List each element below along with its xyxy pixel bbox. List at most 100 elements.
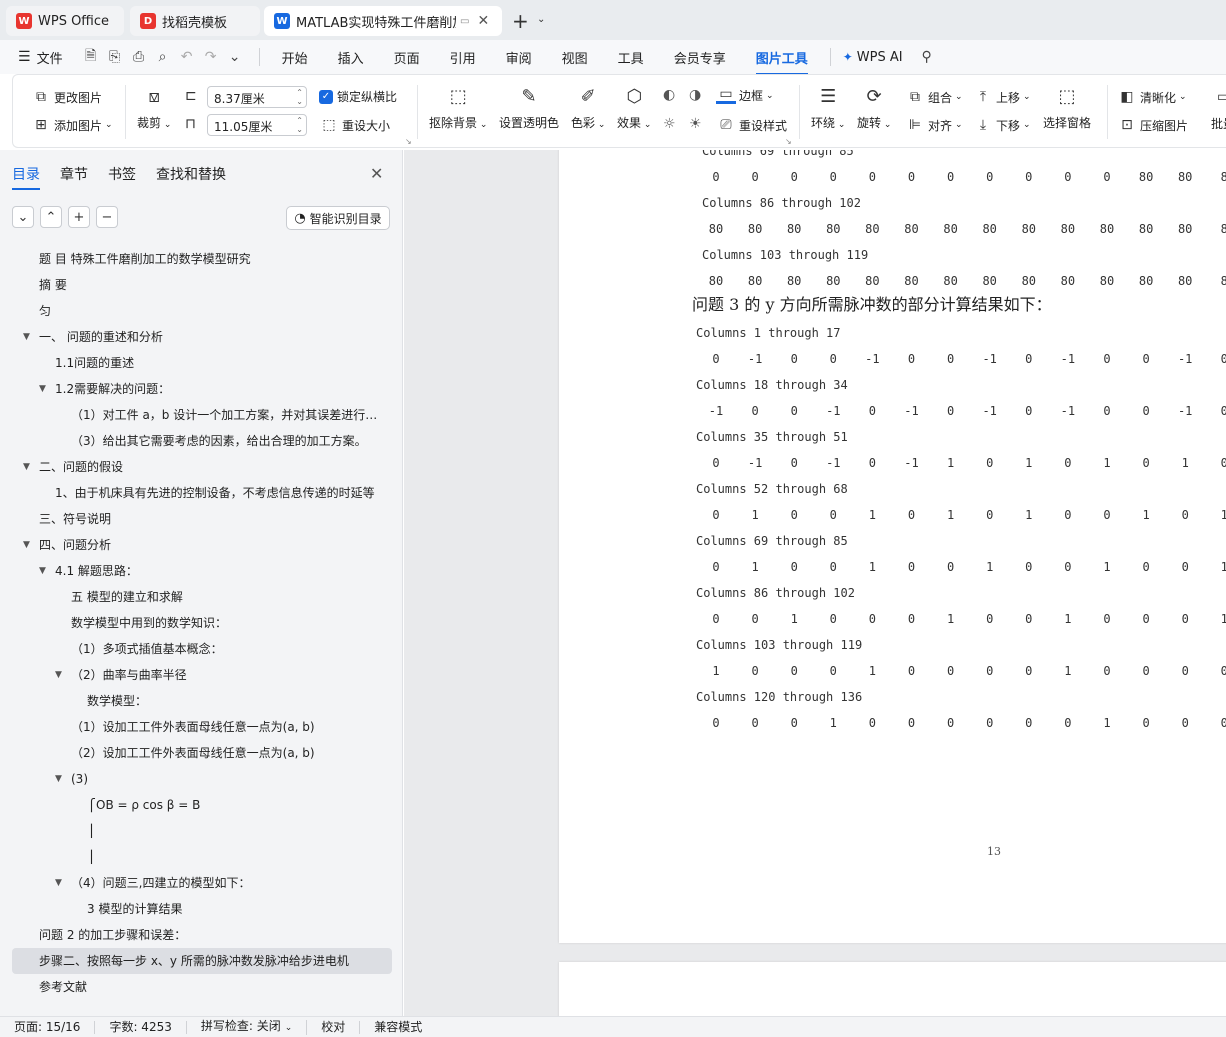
expand-toggle-icon[interactable]: ▼ bbox=[23, 454, 30, 480]
align-button[interactable]: ⊫ 对齐 ⌄ bbox=[905, 115, 963, 135]
expand-toggle-icon[interactable]: ▼ bbox=[39, 558, 46, 584]
toc-item[interactable]: （3）给出其它需要考虑的因素，给出合理的加工方案。 bbox=[12, 428, 392, 454]
toc-item[interactable]: 3 模型的计算结果 bbox=[12, 896, 392, 922]
toc-item[interactable]: 1、由于机床具有先进的控制设备，不考虑信息传递的时延等 bbox=[12, 480, 392, 506]
menu-tools[interactable]: 工具 bbox=[608, 48, 654, 67]
collapse-up-button[interactable]: ⌃ bbox=[40, 206, 62, 228]
sharpen-button[interactable]: ◧ 清晰化 ⌄ bbox=[1117, 87, 1186, 107]
save-icon[interactable]: 🗎 bbox=[81, 47, 101, 67]
print-preview-icon[interactable]: ⌕ bbox=[153, 47, 173, 67]
add-picture-button[interactable]: ⊞ 添加图片 ⌄ bbox=[31, 115, 112, 135]
toc-item[interactable]: ▼ 一、 问题的重述和分析 bbox=[12, 324, 392, 350]
stepper-icon[interactable]: ⌃ ⌄ bbox=[296, 88, 303, 106]
tab-toc[interactable]: 目录 bbox=[12, 164, 40, 190]
brightness-down-icon[interactable]: ◑ bbox=[689, 87, 701, 103]
expand-toggle-icon[interactable]: ▼ bbox=[23, 532, 30, 558]
selection-pane-button[interactable]: ⬚ 选择窗格 bbox=[1043, 83, 1091, 131]
word-count[interactable]: 字数: 4253 bbox=[95, 1020, 187, 1034]
expand-toggle-icon[interactable]: ▼ bbox=[55, 662, 62, 688]
hamburger-icon[interactable]: ☰ bbox=[18, 49, 31, 65]
menu-picture-tools[interactable]: 图片工具 bbox=[746, 48, 818, 75]
new-tab-button[interactable]: + bbox=[512, 9, 529, 33]
undo-icon[interactable]: ↶ bbox=[177, 47, 197, 67]
toc-item[interactable]: 问题 2 的加工步骤和误差： bbox=[12, 922, 392, 948]
menu-wps-ai[interactable]: WPS AI bbox=[857, 50, 903, 65]
menu-file[interactable]: 文件 bbox=[31, 48, 73, 67]
reset-style-button[interactable]: ⎚ 重设样式 bbox=[716, 115, 787, 135]
toc-item[interactable]: 参考文献 bbox=[12, 974, 392, 1000]
tab-chapters[interactable]: 章节 bbox=[60, 164, 88, 184]
remove-heading-button[interactable]: − bbox=[96, 206, 118, 228]
wrap-button[interactable]: ☰ 环绕 ⌄ bbox=[811, 83, 845, 131]
toc-item[interactable]: ▼ 4.1 解题思路： bbox=[12, 558, 392, 584]
menu-vip[interactable]: 会员专享 bbox=[664, 48, 736, 67]
stepper-icon[interactable]: ⌃ ⌄ bbox=[296, 116, 303, 134]
expand-toggle-icon[interactable]: ▼ bbox=[23, 324, 30, 350]
toc-item[interactable]: ⎪ bbox=[12, 818, 392, 844]
brightness-up-icon[interactable]: ◐ bbox=[663, 87, 675, 103]
tab-template[interactable]: D 找稻壳模板 bbox=[130, 6, 260, 36]
expand-toggle-icon[interactable]: ▼ bbox=[39, 376, 46, 402]
smart-toc-button[interactable]: ◔ 智能识别目录 bbox=[286, 206, 390, 230]
page-indicator[interactable]: 页面: 15/16 bbox=[0, 1020, 96, 1034]
add-heading-button[interactable]: + bbox=[68, 206, 90, 228]
tab-wps-office[interactable]: W WPS Office bbox=[6, 6, 124, 36]
reset-size-button[interactable]: ⬚ 重设大小 bbox=[319, 115, 390, 135]
toc-item[interactable]: 三、符号说明 bbox=[12, 506, 392, 532]
contrast-down-icon[interactable]: ☀ bbox=[689, 116, 702, 132]
group-button[interactable]: ⧉ 组合 ⌄ bbox=[905, 87, 963, 107]
collapse-down-button[interactable]: ⌄ bbox=[12, 206, 34, 228]
crop-button[interactable]: ⟏ 裁剪 ⌄ bbox=[137, 83, 171, 131]
tab-find-replace[interactable]: 查找和替换 bbox=[156, 164, 226, 184]
rotate-button[interactable]: ⟳ 旋转 ⌄ bbox=[857, 83, 891, 131]
export-icon[interactable]: ⎘ bbox=[105, 47, 125, 67]
send-backward-button[interactable]: ⤓ 下移 ⌄ bbox=[973, 115, 1031, 135]
lock-ratio-checkbox[interactable]: ✓ 锁定纵横比 bbox=[319, 88, 397, 105]
toc-item[interactable]: ⎪ bbox=[12, 844, 392, 870]
toc-item[interactable]: （1）对工件 a，b 设计一个加工方案，并对其误差进行分析 bbox=[12, 402, 392, 428]
toc-item[interactable]: ▼ （2）曲率与曲率半径 bbox=[12, 662, 392, 688]
toc-item[interactable]: 摘 要 bbox=[12, 272, 392, 298]
proofread-button[interactable]: 校对 bbox=[307, 1020, 361, 1034]
toc-item[interactable]: ▼ 四、问题分析 bbox=[12, 532, 392, 558]
toc-item[interactable]: ▼ (3) bbox=[12, 766, 392, 792]
toc-item[interactable]: ⎧OB = ρ cos β = B bbox=[12, 792, 392, 818]
tab-bookmarks[interactable]: 书签 bbox=[108, 164, 136, 184]
set-transparent-button[interactable]: ✎ 设置透明色 bbox=[499, 83, 559, 131]
menu-view[interactable]: 视图 bbox=[552, 48, 598, 67]
toc-item[interactable]: 数学模型： bbox=[12, 688, 392, 714]
height-input[interactable]: 11.05厘米 ⌃ ⌄ bbox=[207, 114, 307, 136]
toc-item[interactable]: 题 目 特殊工件磨削加工的数学模型研究 bbox=[12, 246, 392, 272]
close-icon[interactable]: ✕ bbox=[370, 164, 383, 183]
search-icon[interactable]: ⚲ bbox=[917, 47, 937, 67]
effect-button[interactable]: ⬡ 效果 ⌄ bbox=[617, 83, 651, 131]
toc-item[interactable]: 步骤二、按照每一步 x、y 所需的脉冲数发脉冲给步进电机 bbox=[12, 948, 392, 974]
more-icon[interactable]: ⌄ bbox=[225, 47, 245, 67]
toc-item[interactable]: 五 模型的建立和求解 bbox=[12, 584, 392, 610]
toc-item[interactable]: （1）设加工工件外表面母线任意一点为(a, b) bbox=[12, 714, 392, 740]
dialog-launcher-icon[interactable]: ↘ bbox=[785, 137, 792, 146]
toc-item[interactable]: （1）多项式插值基本概念： bbox=[12, 636, 392, 662]
toc-item[interactable]: ▼ 二、问题的假设 bbox=[12, 454, 392, 480]
batch-button[interactable]: 批量 bbox=[1211, 115, 1226, 132]
toc-item[interactable]: 1.1问题的重述 bbox=[12, 350, 392, 376]
change-picture-button[interactable]: ⧉ 更改图片 bbox=[31, 87, 102, 107]
print-icon[interactable]: ⎙ bbox=[129, 47, 149, 67]
spell-check[interactable]: 拼写检查: 关闭 ⌄ bbox=[187, 1019, 308, 1035]
color-button[interactable]: ✐ 色彩 ⌄ bbox=[571, 83, 605, 131]
menu-page[interactable]: 页面 bbox=[384, 48, 430, 67]
menu-reference[interactable]: 引用 bbox=[440, 48, 486, 67]
bring-forward-button[interactable]: ⤒ 上移 ⌄ bbox=[973, 87, 1031, 107]
border-button[interactable]: ▭ 边框 ⌄ bbox=[716, 86, 774, 104]
toc-item[interactable]: ▼ 1.2需要解决的问题： bbox=[12, 376, 392, 402]
more-icon[interactable]: ▭ bbox=[1217, 87, 1226, 107]
menu-review[interactable]: 审阅 bbox=[496, 48, 542, 67]
toc-item[interactable]: （2）设加工工件外表面母线任意一点为(a, b) bbox=[12, 740, 392, 766]
expand-toggle-icon[interactable]: ▼ bbox=[55, 766, 62, 792]
redo-icon[interactable]: ↷ bbox=[201, 47, 221, 67]
dialog-launcher-icon[interactable]: ↘ bbox=[405, 137, 412, 146]
toc-item[interactable]: ▼ （4）问题三,四建立的模型如下： bbox=[12, 870, 392, 896]
compress-picture-button[interactable]: ⊡ 压缩图片 bbox=[1117, 115, 1188, 135]
remove-background-button[interactable]: ⬚ 抠除背景 ⌄ bbox=[429, 83, 487, 131]
width-input[interactable]: 8.37厘米 ⌃ ⌄ bbox=[207, 86, 307, 108]
